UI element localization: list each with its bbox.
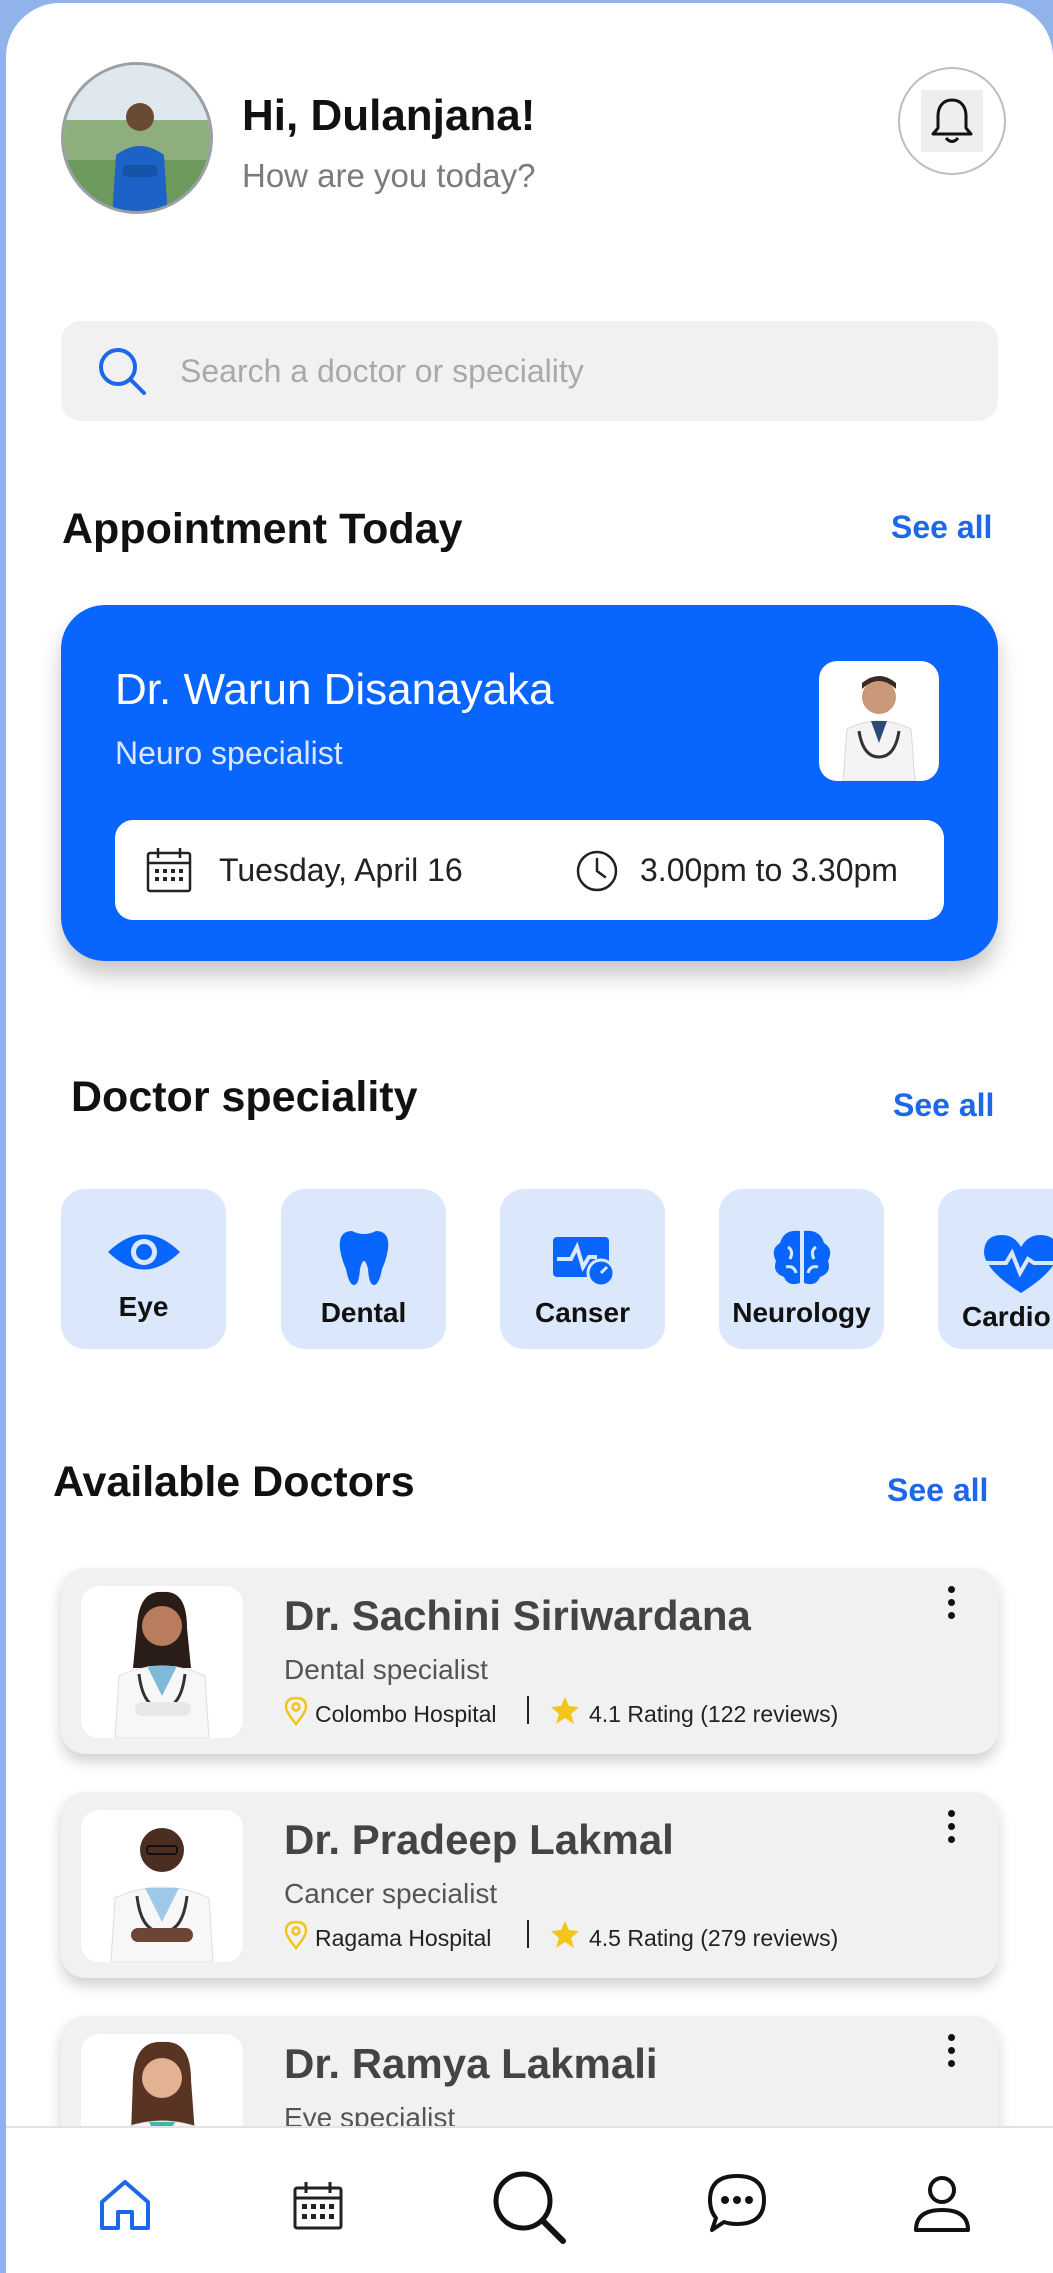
appointment-card[interactable]: Dr. Warun Disanayaka Neuro specialist Tu…	[61, 605, 998, 961]
meta-divider	[527, 1920, 529, 1948]
more-options-icon[interactable]	[948, 1586, 958, 1625]
bell-icon	[931, 98, 973, 143]
greeting: Hi, Dulanjana!	[242, 91, 536, 140]
bottom-nav	[6, 2126, 1053, 2273]
speciality-label: Eye	[118, 1291, 169, 1322]
eye-icon	[107, 1234, 180, 1270]
location-pin-icon	[284, 1696, 308, 1726]
search-bar[interactable]: Search a doctor or speciality	[61, 321, 998, 421]
brain-icon	[773, 1230, 830, 1285]
heart-pulse-icon	[984, 1235, 1053, 1293]
doctor-name: Dr. Sachini Siriwardana	[284, 1592, 751, 1639]
appointment-see-all-link[interactable]: See all	[891, 509, 992, 546]
search-input[interactable]: Search a doctor or speciality	[180, 353, 584, 390]
doctor-card[interactable]: Dr. Sachini Siriwardana Dental specialis…	[61, 1568, 998, 1754]
doctor-photo	[81, 1810, 243, 1962]
doctor-hospital: Colombo Hospital	[315, 1701, 497, 1727]
speciality-dental[interactable]: Dental	[281, 1189, 446, 1349]
monitor-pulse-icon	[552, 1237, 615, 1287]
more-options-icon[interactable]	[948, 2034, 958, 2073]
doctor-rating: 4.1 Rating (122 reviews)	[589, 1701, 839, 1727]
appointment-date: Tuesday, April 16	[219, 852, 463, 888]
doctor-name: Dr. Pradeep Lakmal	[284, 1816, 674, 1863]
speciality-canser[interactable]: Canser	[500, 1189, 665, 1349]
appointment-time-bar: Tuesday, April 16 3.00pm to 3.30pm	[115, 820, 944, 920]
appointment-doctor-name: Dr. Warun Disanayaka	[115, 665, 554, 714]
calendar-icon	[146, 848, 192, 893]
clock-icon	[576, 850, 618, 892]
speciality-neurology[interactable]: Neurology	[719, 1189, 884, 1349]
doctor-speciality: Cancer specialist	[284, 1878, 498, 1909]
chat-icon[interactable]	[706, 2172, 768, 2234]
calendar-icon[interactable]	[292, 2180, 344, 2232]
doctor-speciality: Dental specialist	[284, 1654, 488, 1685]
app-screen: Hi, Dulanjana! How are you today? Search…	[6, 3, 1053, 2273]
speciality-see-all-link[interactable]: See all	[893, 1087, 994, 1124]
star-icon	[551, 1697, 579, 1724]
search-icon[interactable]	[490, 2168, 568, 2246]
speciality-label: Cardio	[962, 1301, 1051, 1332]
profile-icon[interactable]	[912, 2174, 972, 2234]
doctor-card[interactable]: Dr. Pradeep Lakmal Cancer specialist Rag…	[61, 1792, 998, 1978]
search-icon	[99, 348, 146, 395]
doctor-name: Dr. Ramya Lakmali	[284, 2040, 658, 2087]
speciality-label: Neurology	[732, 1297, 871, 1328]
appointment-time: 3.00pm to 3.30pm	[640, 852, 898, 888]
speciality-label: Canser	[535, 1297, 630, 1328]
doctor-rating: 4.5 Rating (279 reviews)	[589, 1925, 839, 1951]
more-options-icon[interactable]	[948, 1810, 958, 1849]
appointment-section-title: Appointment Today	[62, 505, 463, 553]
tooth-icon	[339, 1231, 388, 1285]
location-pin-icon	[284, 1920, 308, 1950]
appointment-speciality: Neuro specialist	[115, 735, 343, 771]
avatar-photo	[64, 65, 210, 211]
doctor-hospital: Ragama Hospital	[315, 1925, 492, 1951]
speciality-eye[interactable]: Eye	[61, 1189, 226, 1349]
speciality-cardio[interactable]: Cardio	[938, 1189, 1053, 1349]
doctors-see-all-link[interactable]: See all	[887, 1472, 988, 1509]
notifications-button[interactable]	[898, 67, 1006, 175]
doctor-photo	[81, 1586, 243, 1738]
greeting-subtitle: How are you today?	[242, 157, 536, 194]
speciality-label: Dental	[320, 1297, 407, 1328]
avatar[interactable]	[61, 62, 213, 214]
meta-divider	[527, 1696, 529, 1724]
star-icon	[551, 1921, 579, 1948]
doctors-section-title: Available Doctors	[53, 1458, 415, 1506]
home-icon[interactable]	[98, 2178, 152, 2232]
appointment-doctor-photo	[819, 661, 939, 781]
speciality-section-title: Doctor speciality	[71, 1073, 418, 1121]
